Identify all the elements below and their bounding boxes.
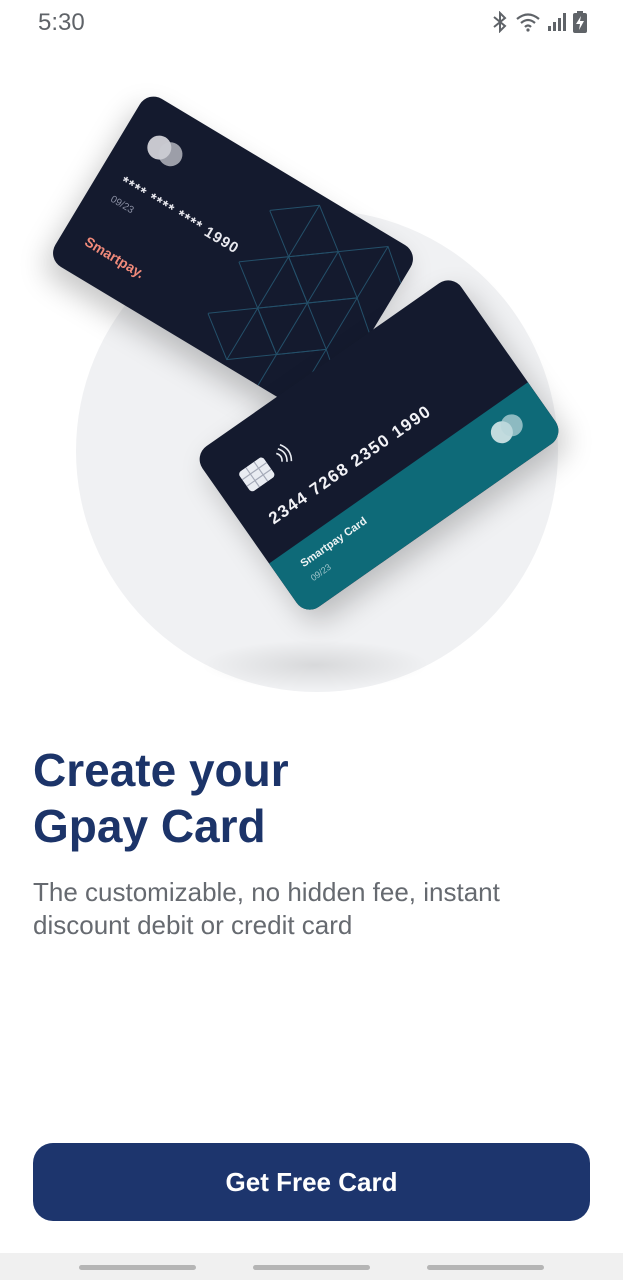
page-description-line-1: The customizable, no hidden fee, instant bbox=[33, 877, 500, 907]
signal-icon bbox=[547, 12, 567, 32]
hero-shadow bbox=[200, 640, 430, 690]
back-card-expiry: 09/23 bbox=[108, 193, 136, 217]
battery-charging-icon bbox=[573, 11, 587, 33]
nav-recents-button[interactable] bbox=[79, 1265, 196, 1270]
bluetooth-icon bbox=[491, 11, 509, 33]
page-title-line-1: Create your bbox=[33, 744, 289, 796]
status-time: 5:30 bbox=[38, 9, 85, 36]
onboarding-screen: 5:30 **** **** **** 1990 09/23 Smartpay.… bbox=[0, 0, 623, 1280]
contactless-icon bbox=[276, 444, 293, 462]
back-card-brand: Smartpay. bbox=[82, 233, 148, 282]
status-icons bbox=[491, 9, 587, 35]
hero-illustration: **** **** **** 1990 09/23 Smartpay. 2344… bbox=[0, 60, 623, 720]
mastercard-logo-icon bbox=[147, 135, 183, 167]
page-title-line-2: Gpay Card bbox=[33, 800, 266, 852]
page-description-line-2: discount debit or credit card bbox=[33, 910, 353, 940]
page-title: Create your Gpay Card bbox=[33, 742, 593, 854]
back-card-masked-number: **** **** **** 1990 bbox=[117, 173, 243, 258]
page-description: The customizable, no hidden fee, instant… bbox=[33, 876, 593, 942]
nav-home-button[interactable] bbox=[253, 1265, 370, 1270]
nav-back-button[interactable] bbox=[427, 1265, 544, 1270]
card-chip-icon bbox=[239, 457, 275, 492]
system-nav-bar bbox=[0, 1253, 623, 1280]
status-bar: 5:30 bbox=[0, 0, 623, 44]
wifi-icon bbox=[515, 12, 541, 32]
get-free-card-button[interactable]: Get Free Card bbox=[33, 1143, 590, 1221]
